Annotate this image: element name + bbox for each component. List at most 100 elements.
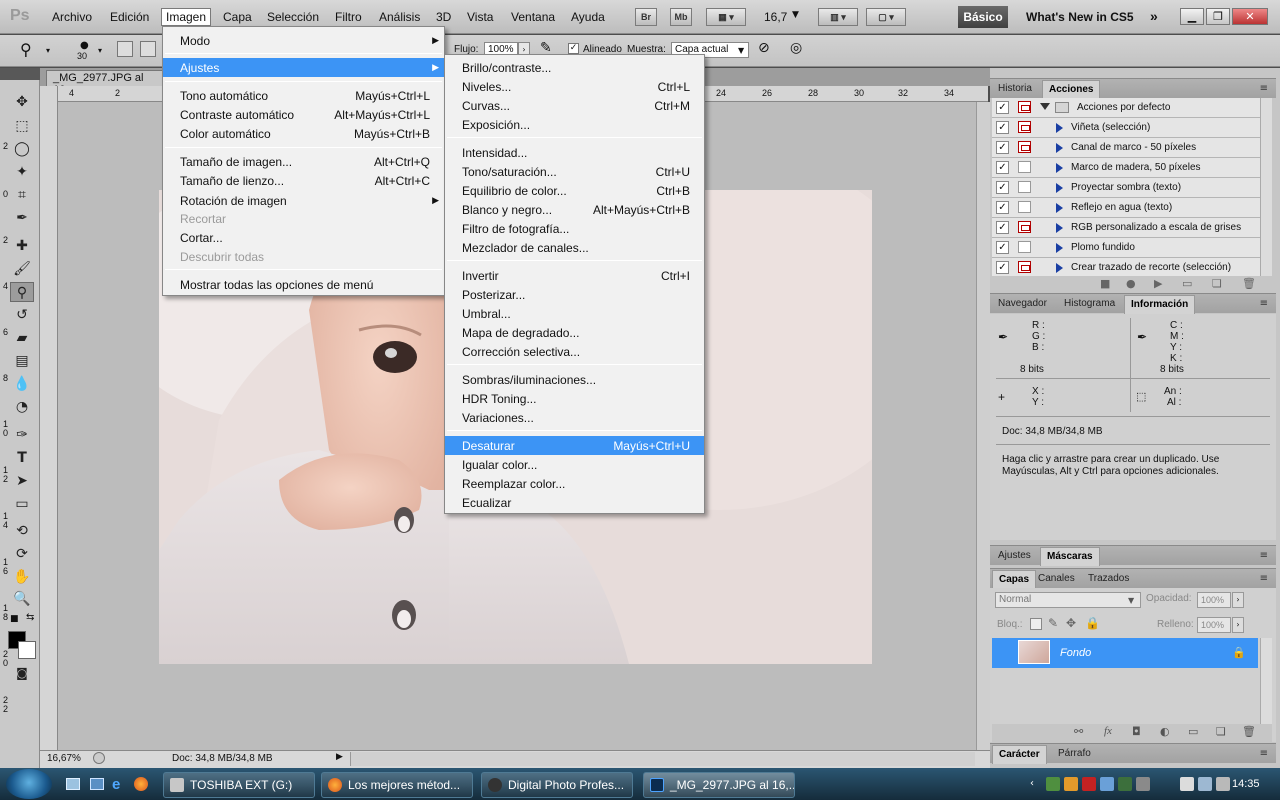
menu-item-contraste-automatico[interactable]: Contraste automático Alt+Mayús+Ctrl+L [163, 105, 444, 124]
action-set-row[interactable]: ✓ Acciones por defecto [992, 98, 1260, 118]
action-toggle-checkbox[interactable]: ✓ [996, 161, 1009, 174]
menu-item-hdr-toning[interactable]: HDR Toning... [445, 389, 704, 408]
menu-imagen[interactable]: Imagen [161, 8, 212, 26]
clock[interactable]: 14:35 [1232, 778, 1260, 790]
menu-item-intensidad[interactable]: Intensidad... [445, 143, 704, 162]
zoom-tool-icon[interactable]: 🔍 [10, 589, 34, 609]
tray-icon[interactable] [1100, 777, 1114, 791]
lasso-tool-icon[interactable]: ◯ [10, 139, 34, 159]
play-icon[interactable]: ▶ [1154, 277, 1162, 290]
task-photoshop[interactable]: _MG_2977.JPG al 16,... [643, 772, 795, 798]
menu-item-umbral[interactable]: Umbral... [445, 304, 704, 323]
pen-tool-icon[interactable]: ✑ [10, 425, 34, 445]
history-brush-tool-icon[interactable]: ↺ [10, 305, 34, 325]
tab-caracter[interactable]: Carácter [992, 745, 1047, 764]
bridge-button[interactable]: Br [635, 8, 657, 26]
menu-edicion[interactable]: Edición [106, 9, 153, 25]
menu-archivo[interactable]: Archivo [48, 9, 96, 25]
menu-item-blanco-negro[interactable]: Blanco y negro... Alt+Mayús+Ctrl+B [445, 200, 704, 219]
tab-capas[interactable]: Capas [992, 570, 1037, 589]
background-color-swatch[interactable] [18, 641, 36, 659]
adjustment-layer-icon[interactable]: ◐ [1160, 725, 1170, 738]
action-row[interactable]: ✓ Reflejo en agua (texto) [992, 198, 1260, 218]
clone-stamp-tool-icon[interactable]: ⚲ [10, 282, 34, 302]
menu-item-curvas[interactable]: Curvas... Ctrl+M [445, 96, 704, 115]
layer-thumbnail[interactable] [1018, 640, 1050, 664]
panel-menu-icon[interactable]: ≡ [1260, 748, 1268, 759]
menu-filtro[interactable]: Filtro [331, 9, 366, 25]
menu-item-correccion-selectiva[interactable]: Corrección selectiva... [445, 342, 704, 361]
menu-item-color-automatico[interactable]: Color automático Mayús+Ctrl+B [163, 124, 444, 143]
eyedropper-tool-icon[interactable]: ✒ [10, 208, 34, 228]
expand-triangle-icon[interactable] [1056, 243, 1063, 253]
tab-trazados[interactable]: Trazados [1082, 572, 1135, 585]
task-dpp[interactable]: Digital Photo Profes... [481, 772, 633, 798]
pressure-size-icon[interactable]: ◎ [790, 40, 802, 56]
menu-item-cortar[interactable]: Cortar... [163, 228, 444, 247]
rectangle-tool-icon[interactable]: ▭ [10, 494, 34, 514]
alineado-checkbox[interactable]: ✓ [568, 43, 579, 54]
menu-item-posterizar[interactable]: Posterizar... [445, 285, 704, 304]
lock-all-icon[interactable]: 🔒 [1085, 616, 1100, 630]
link-layers-icon[interactable]: ⚯ [1074, 725, 1083, 738]
actions-scrollbar[interactable] [1260, 98, 1272, 276]
action-toggle-checkbox[interactable]: ✓ [996, 121, 1009, 134]
menu-item-tono-saturacion[interactable]: Tono/saturación... Ctrl+U [445, 162, 704, 181]
muestra-dropdown-icon[interactable]: ▼ [738, 46, 744, 55]
zoom-status[interactable]: 16,67% [47, 753, 81, 764]
menu-item-modo[interactable]: Modo ▶ [163, 31, 444, 50]
clone-source-panel-icon[interactable] [140, 41, 156, 57]
view-extras-button[interactable]: ▦ ▾ [706, 8, 746, 26]
tray-icon[interactable] [1046, 777, 1060, 791]
action-toggle-checkbox[interactable]: ✓ [996, 201, 1009, 214]
new-group-icon[interactable]: ▭ [1188, 725, 1198, 738]
quick-mask-icon[interactable]: ◙ [10, 663, 34, 683]
dialog-toggle-icon[interactable] [1018, 221, 1031, 233]
menu-item-brillo-contraste[interactable]: Brillo/contraste... [445, 58, 704, 77]
document-tab[interactable]: _MG_2977.JPG al 16, [46, 70, 166, 96]
action-row[interactable]: ✓ Marco de madera, 50 píxeles [992, 158, 1260, 178]
3d-orbit-tool-icon[interactable]: ⟳ [10, 544, 34, 564]
dialog-toggle-icon[interactable] [1018, 121, 1031, 133]
whats-new-button[interactable]: What's New in CS5 [1026, 10, 1134, 24]
tray-icon[interactable] [1180, 777, 1194, 791]
lock-position-icon[interactable]: ✥ [1066, 616, 1076, 630]
dialog-toggle-icon[interactable] [1018, 141, 1031, 153]
explorer-quicklaunch-icon[interactable] [90, 778, 104, 790]
dialog-toggle-icon[interactable] [1018, 261, 1031, 273]
brush-dropdown-icon[interactable]: ▾ [98, 46, 102, 55]
firefox-icon[interactable] [134, 777, 148, 791]
expand-triangle-icon[interactable] [1056, 203, 1063, 213]
ignore-adjustment-layers-icon[interactable]: ⊘ [758, 40, 770, 56]
dialog-toggle-icon[interactable] [1018, 161, 1031, 173]
tab-histograma[interactable]: Histograma [1058, 297, 1121, 310]
opacity-input[interactable]: 100% [1197, 592, 1231, 608]
menu-seleccion[interactable]: Selección [263, 9, 323, 25]
close-button[interactable]: ✕ [1232, 8, 1268, 25]
menu-3d[interactable]: 3D [432, 9, 455, 25]
menu-item-equilibrio-color[interactable]: Equilibrio de color... Ctrl+B [445, 181, 704, 200]
menu-item-igualar-color[interactable]: Igualar color... [445, 455, 704, 474]
move-tool-icon[interactable]: ✥ [10, 92, 34, 112]
expand-triangle-icon[interactable] [1056, 123, 1063, 133]
action-row[interactable]: ✓ Crear trazado de recorte (selección) [992, 258, 1260, 276]
brush-preview-icon[interactable]: ● [80, 40, 89, 51]
layers-scrollbar[interactable] [1260, 638, 1272, 724]
task-toshiba[interactable]: TOSHIBA EXT (G:) [163, 772, 315, 798]
action-toggle-checkbox[interactable]: ✓ [996, 141, 1009, 154]
zoom-dropdown-icon[interactable]: ▼ [792, 10, 799, 20]
menu-ventana[interactable]: Ventana [507, 9, 559, 25]
action-row[interactable]: ✓ Proyectar sombra (texto) [992, 178, 1260, 198]
action-toggle-checkbox[interactable]: ✓ [996, 221, 1009, 234]
volume-icon[interactable] [1216, 777, 1230, 791]
path-selection-tool-icon[interactable]: ➤ [10, 471, 34, 491]
blend-mode-dropdown-icon[interactable]: ▼ [1128, 596, 1134, 605]
tray-icon[interactable] [1064, 777, 1078, 791]
action-row[interactable]: ✓ Viñeta (selección) [992, 118, 1260, 138]
menu-vista[interactable]: Vista [463, 9, 497, 25]
lock-pixels-icon[interactable]: ✎ [1048, 616, 1058, 630]
action-toggle-checkbox[interactable]: ✓ [996, 241, 1009, 254]
panel-menu-icon[interactable]: ≡ [1260, 573, 1268, 584]
tray-icon[interactable] [1082, 777, 1096, 791]
lock-transparency-icon[interactable] [1030, 618, 1042, 630]
